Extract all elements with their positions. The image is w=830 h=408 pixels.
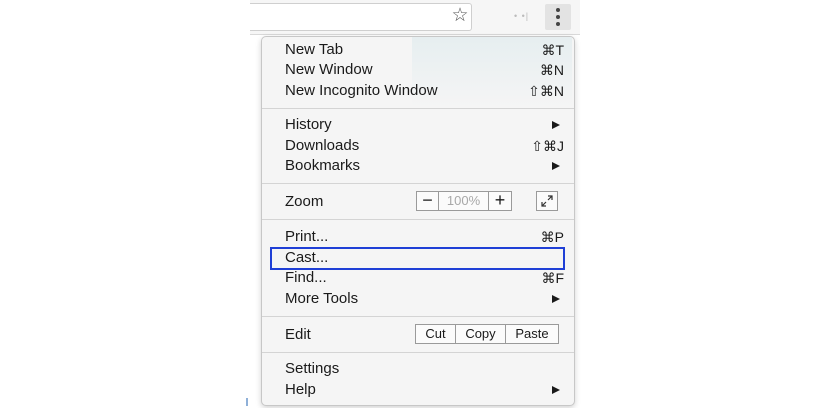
- menu-item-settings[interactable]: Settings: [262, 359, 574, 379]
- copy-button[interactable]: Copy: [456, 325, 506, 343]
- menu-item-history[interactable]: History: [262, 115, 574, 135]
- edit-controls: Cut Copy Paste: [415, 324, 559, 344]
- menu-item-bookmarks[interactable]: Bookmarks: [262, 156, 574, 176]
- submenu-arrow-icon: [552, 121, 560, 129]
- menu-item-new-incognito-window[interactable]: New Incognito Window ⇧⌘N: [262, 81, 574, 101]
- menu-item-help[interactable]: Help: [262, 380, 574, 400]
- menu-divider: [262, 352, 574, 353]
- fullscreen-button[interactable]: [536, 191, 558, 211]
- cut-button[interactable]: Cut: [416, 325, 456, 343]
- shortcut-label: ⇧⌘J: [531, 138, 564, 154]
- shortcut-label: ⌘N: [539, 62, 564, 78]
- menu-divider: [262, 108, 574, 109]
- zoom-controls: − 100% +: [416, 191, 512, 211]
- paste-button[interactable]: Paste: [506, 325, 558, 343]
- menu-item-new-window[interactable]: New Window ⌘N: [262, 60, 574, 80]
- menu-item-print[interactable]: Print... ⌘P: [262, 227, 574, 247]
- star-icon[interactable]: ☆: [450, 6, 470, 26]
- menu-item-new-tab[interactable]: New Tab ⌘T: [262, 40, 574, 60]
- menu-divider: [262, 316, 574, 317]
- shortcut-label: ⌘T: [541, 42, 564, 58]
- shortcut-label: ⇧⌘N: [528, 83, 564, 99]
- cast-highlight-box: [270, 247, 565, 270]
- chrome-main-menu: New Tab ⌘T New Window ⌘N New Incognito W…: [261, 36, 575, 406]
- address-bar[interactable]: [250, 3, 472, 31]
- page-edge-marker: [246, 398, 248, 406]
- chrome-menu-button[interactable]: [545, 4, 571, 30]
- shortcut-label: ⌘P: [540, 229, 564, 245]
- submenu-arrow-icon: [552, 386, 560, 394]
- menu-divider: [262, 183, 574, 184]
- zoom-out-button[interactable]: −: [417, 191, 439, 210]
- submenu-arrow-icon: [552, 295, 560, 303]
- menu-item-more-tools[interactable]: More Tools: [262, 289, 574, 309]
- menu-item-downloads[interactable]: Downloads ⇧⌘J: [262, 136, 574, 156]
- extension-icon[interactable]: • •|: [514, 11, 529, 21]
- menu-item-find[interactable]: Find... ⌘F: [262, 268, 574, 288]
- menu-divider: [262, 219, 574, 220]
- submenu-arrow-icon: [552, 162, 560, 170]
- shortcut-label: ⌘F: [541, 270, 564, 286]
- fullscreen-icon: [541, 195, 553, 207]
- zoom-in-button[interactable]: +: [489, 191, 511, 210]
- kebab-icon: [556, 8, 560, 12]
- zoom-level: 100%: [439, 192, 489, 210]
